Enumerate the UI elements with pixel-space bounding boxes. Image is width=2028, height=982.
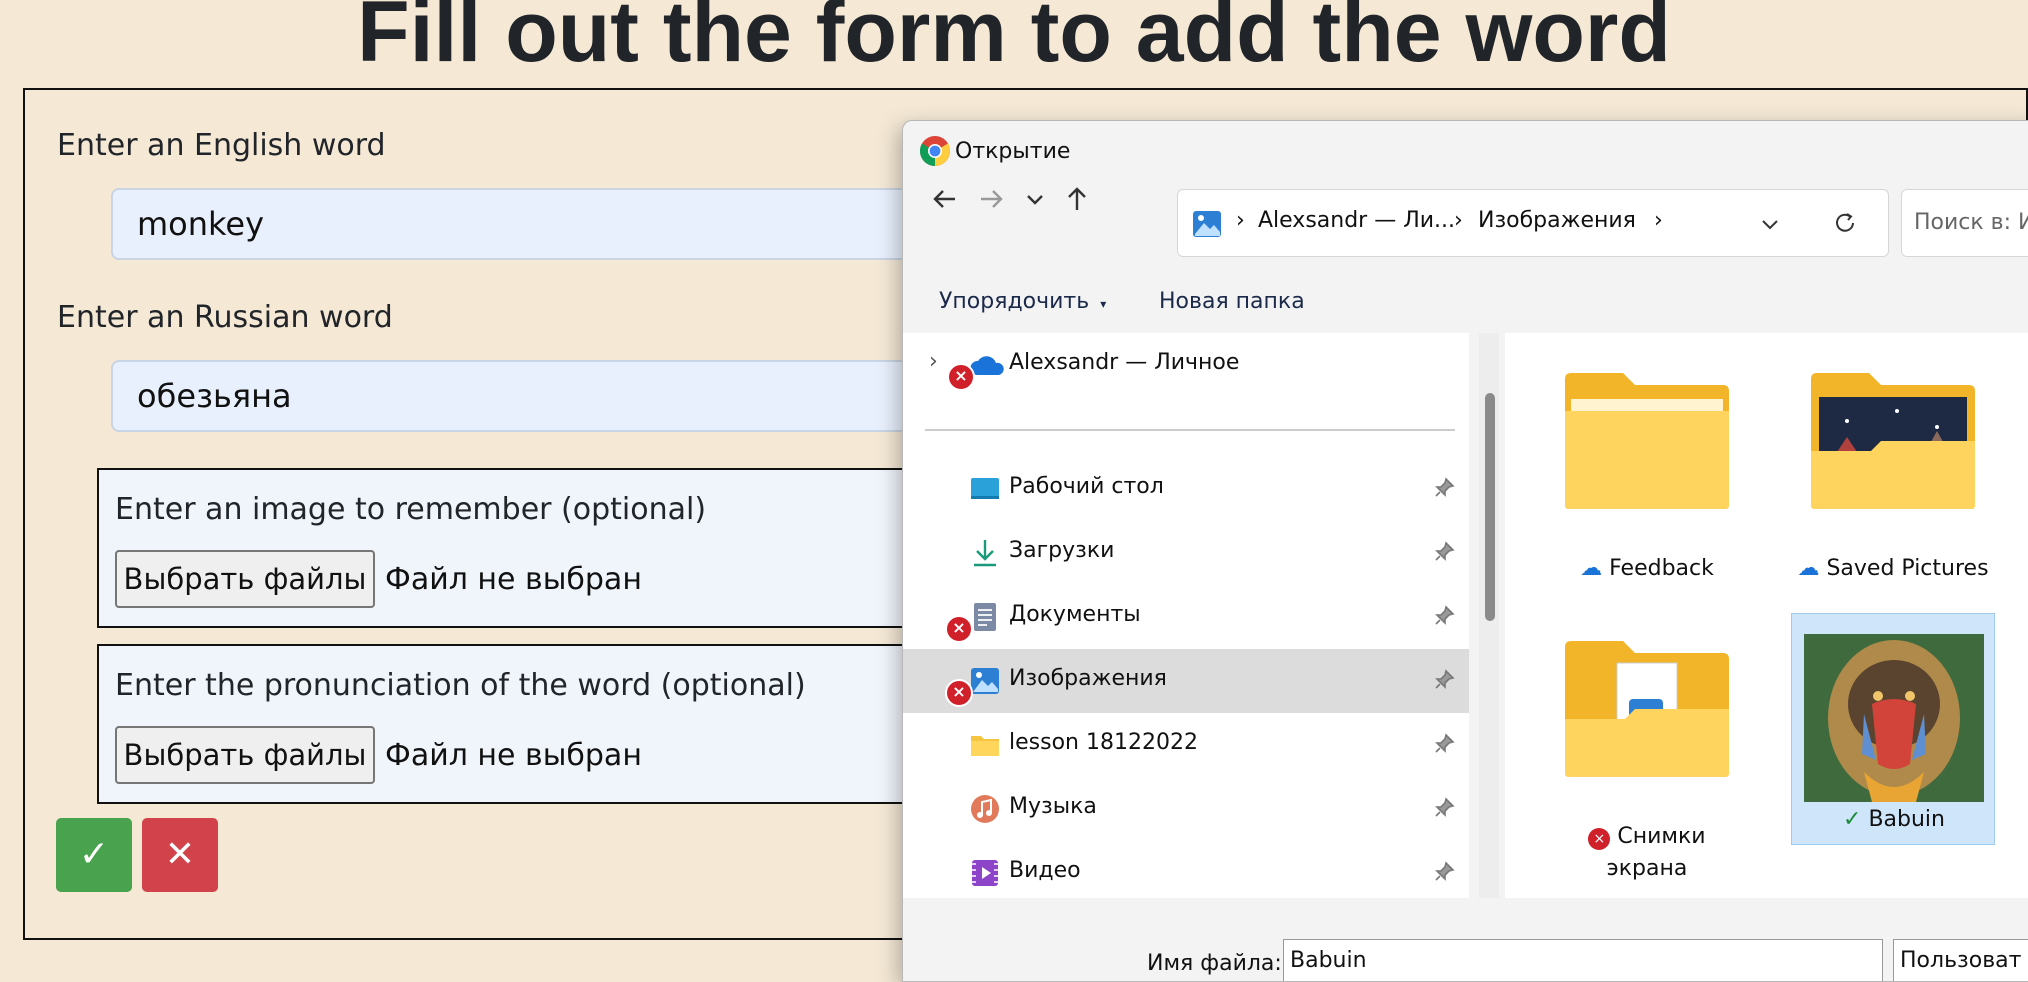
image-upload-label: Enter an image to remember (optional) [115,492,707,527]
russian-word-label: Enter an Russian word [57,300,393,335]
pronunciation-file-status: Файл не выбран [385,738,642,773]
image-file-status: Файл не выбран [385,562,642,597]
new-folder-button[interactable]: Новая папка [1159,289,1305,314]
breadcrumb-separator: › [1454,208,1463,233]
error-badge-icon: × [947,363,975,391]
arrow-up-icon [1068,187,1086,210]
refresh-icon[interactable] [1832,210,1858,236]
close-icon: ✕ [164,834,196,875]
file-label: ✓ Babuin [1843,807,1945,832]
check-icon: ✓ [78,834,110,875]
nav-item-label: Рабочий стол [1009,474,1164,499]
filename-input[interactable]: Babuin [1283,939,1883,981]
nav-separator [925,429,1455,431]
error-badge-icon: × [945,679,973,707]
organize-label: Упорядочить [939,289,1090,314]
english-word-label: Enter an English word [57,128,386,163]
pin-icon[interactable] [1433,861,1455,883]
pin-icon[interactable] [1433,605,1455,627]
folder-icon [971,736,999,756]
pin-icon[interactable] [1433,733,1455,755]
nav-item-label: Загрузки [1009,538,1115,563]
nav-item-desktop[interactable]: Рабочий стол [903,457,1469,521]
search-input[interactable]: Поиск в: И [1901,189,2028,257]
page-title: Fill out the form to add the word [357,0,1671,80]
file-label: ☁ Feedback [1580,556,1714,581]
nav-item-pictures[interactable]: × Изображения [903,649,1469,713]
file-label: ☁ Saved Pictures [1797,556,1989,581]
cancel-button[interactable]: ✕ [142,818,218,892]
pin-icon[interactable] [1433,797,1455,819]
file-label: × Снимки экрана [1545,821,1749,885]
cloud-status-icon: ☁ [1797,556,1820,581]
pronunciation-choose-files-button[interactable]: Выбрать файлы [115,726,375,784]
up-button[interactable] [1059,181,1095,217]
pictures-icon [971,668,999,694]
file-item[interactable]: ☁ Saved Pictures [1791,355,1995,595]
pictures-folder-icon [1193,211,1221,237]
back-button[interactable] [927,181,963,217]
breadcrumb-item[interactable]: Изображения [1478,208,1636,233]
chevron-down-icon [1027,195,1043,205]
file-item[interactable]: × Снимки экрана [1545,623,1749,883]
file-item-selected[interactable]: ✓ Babuin [1791,613,1995,845]
desktop-icon [971,478,999,499]
documents-icon [974,603,996,631]
error-status-icon: × [1588,828,1611,850]
video-icon [972,860,998,886]
chevron-down-icon[interactable] [1758,212,1782,236]
chrome-logo-icon [919,136,951,166]
image-choose-files-button[interactable]: Выбрать файлы [115,550,375,608]
nav-item-onedrive[interactable]: › × Alexsandr — Личное [903,333,1469,397]
nav-item-label: Alexsandr — Личное [1009,350,1240,375]
folder-with-screenshot-icon [1565,641,1729,777]
arrow-left-icon [933,190,955,208]
chevron-right-icon[interactable]: › [929,349,938,374]
caret-down-icon: ▾ [1100,297,1107,311]
cloud-status-icon: ☁ [1580,556,1603,581]
nav-item-label: lesson 18122022 [1009,730,1198,755]
pin-icon[interactable] [1433,669,1455,691]
breadcrumb-separator: › [1654,208,1663,233]
nav-item-lesson-folder[interactable]: lesson 18122022 [903,713,1469,777]
breadcrumb-separator: › [1236,208,1245,233]
nav-scrollbar-thumb[interactable] [1485,393,1495,621]
nav-item-video[interactable]: Видео [903,841,1469,898]
arrow-right-icon [981,190,1003,208]
error-badge-icon: × [945,615,973,643]
nav-item-documents[interactable]: × Документы [903,585,1469,649]
dialog-title: Открытие [955,139,1071,164]
file-list: ☁ Feedback ☁ Saved Pictures × Снимки экр… [1505,333,2028,898]
folder-with-picture-icon [1811,373,1975,509]
mandrill-image-thumbnail [1804,634,1984,802]
organize-button[interactable]: Упорядочить ▾ [939,289,1106,314]
forward-button[interactable] [973,181,1009,217]
nav-item-label: Музыка [1009,794,1097,819]
file-item[interactable]: ☁ Feedback [1545,355,1749,595]
music-icon [971,795,999,823]
nav-item-label: Документы [1009,602,1141,627]
address-bar[interactable]: › Alexsandr — Ли... › Изображения › [1177,189,1889,257]
navigation-pane: › × Alexsandr — Личное Рабочий стол Загр… [903,333,1469,898]
nav-item-label: Изображения [1009,666,1167,691]
recent-locations-button[interactable] [1017,181,1053,217]
nav-item-downloads[interactable]: Загрузки [903,521,1469,585]
filename-label: Имя файла: [1147,951,1282,976]
file-type-select[interactable]: Пользоват [1893,939,2028,981]
nav-item-music[interactable]: Музыка [903,777,1469,841]
submit-button[interactable]: ✓ [56,818,132,892]
breadcrumb-item[interactable]: Alexsandr — Ли... [1258,208,1455,233]
folder-icon [1565,373,1729,509]
download-icon [974,540,996,567]
pin-icon[interactable] [1433,477,1455,499]
nav-item-label: Видео [1009,858,1081,883]
pronunciation-upload-label: Enter the pronunciation of the word (opt… [115,668,806,703]
pin-icon[interactable] [1433,541,1455,563]
synced-status-icon: ✓ [1843,807,1862,832]
file-open-dialog: Открытие › Alexsandr — Ли... › Изображен… [902,120,2028,982]
